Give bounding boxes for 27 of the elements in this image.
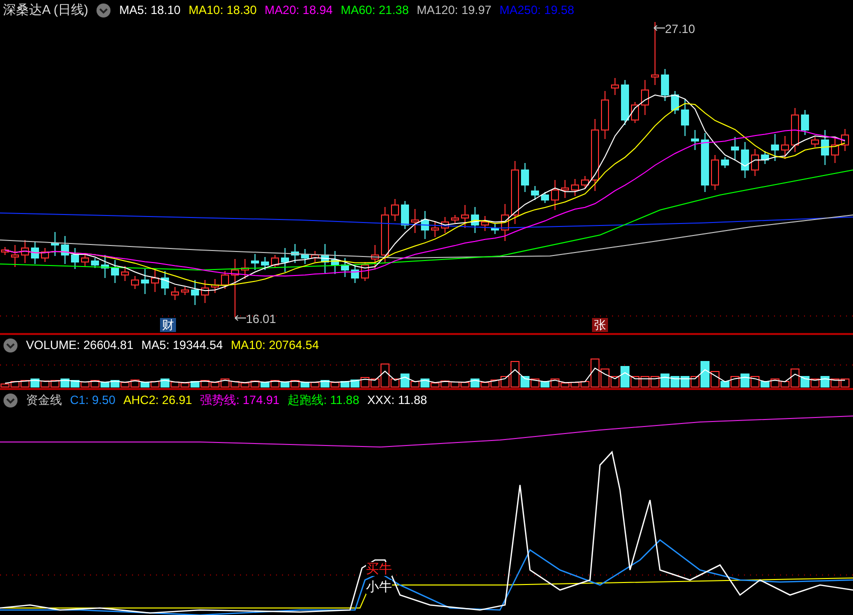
legend-value: MA60: 21.38 xyxy=(340,2,409,19)
event-marker[interactable]: 张 xyxy=(592,318,608,332)
legend-value: MA10: 20764.54 xyxy=(230,337,319,354)
legend-value: VOLUME: 26604.81 xyxy=(26,337,134,354)
price-high-label: 27.10 xyxy=(665,21,696,38)
signal-label: 买牛 xyxy=(366,562,392,576)
arrow-icon xyxy=(234,315,246,321)
dropdown-icon[interactable] xyxy=(3,338,18,352)
legend-value: XXX: 11.88 xyxy=(367,392,428,409)
dropdown-icon[interactable] xyxy=(3,392,18,408)
legend-value: MA120: 19.97 xyxy=(416,2,492,19)
signal-label: 小牛 xyxy=(366,580,392,594)
stock-title: 深桑达A (日线) xyxy=(3,1,88,20)
price-low-label: 16.01 xyxy=(246,311,276,328)
legend-value: MA5: 19344.54 xyxy=(141,337,223,354)
legend-value: MA250: 19.58 xyxy=(499,2,574,19)
legend-value: AHC2: 26.91 xyxy=(123,392,192,409)
legend-value: 起跑线: 11.88 xyxy=(287,392,360,409)
legend-value: MA10: 18.30 xyxy=(188,2,257,19)
dropdown-icon[interactable] xyxy=(96,2,112,18)
indicator-name: 资金线 xyxy=(26,392,62,409)
legend-value: MA20: 18.94 xyxy=(264,2,333,19)
arrow-icon xyxy=(653,25,665,31)
event-marker[interactable]: 财 xyxy=(160,318,176,332)
legend-value: C1: 9.50 xyxy=(70,392,116,409)
legend-value: 强势线: 174.91 xyxy=(200,392,280,409)
legend-value: MA5: 18.10 xyxy=(119,2,181,19)
